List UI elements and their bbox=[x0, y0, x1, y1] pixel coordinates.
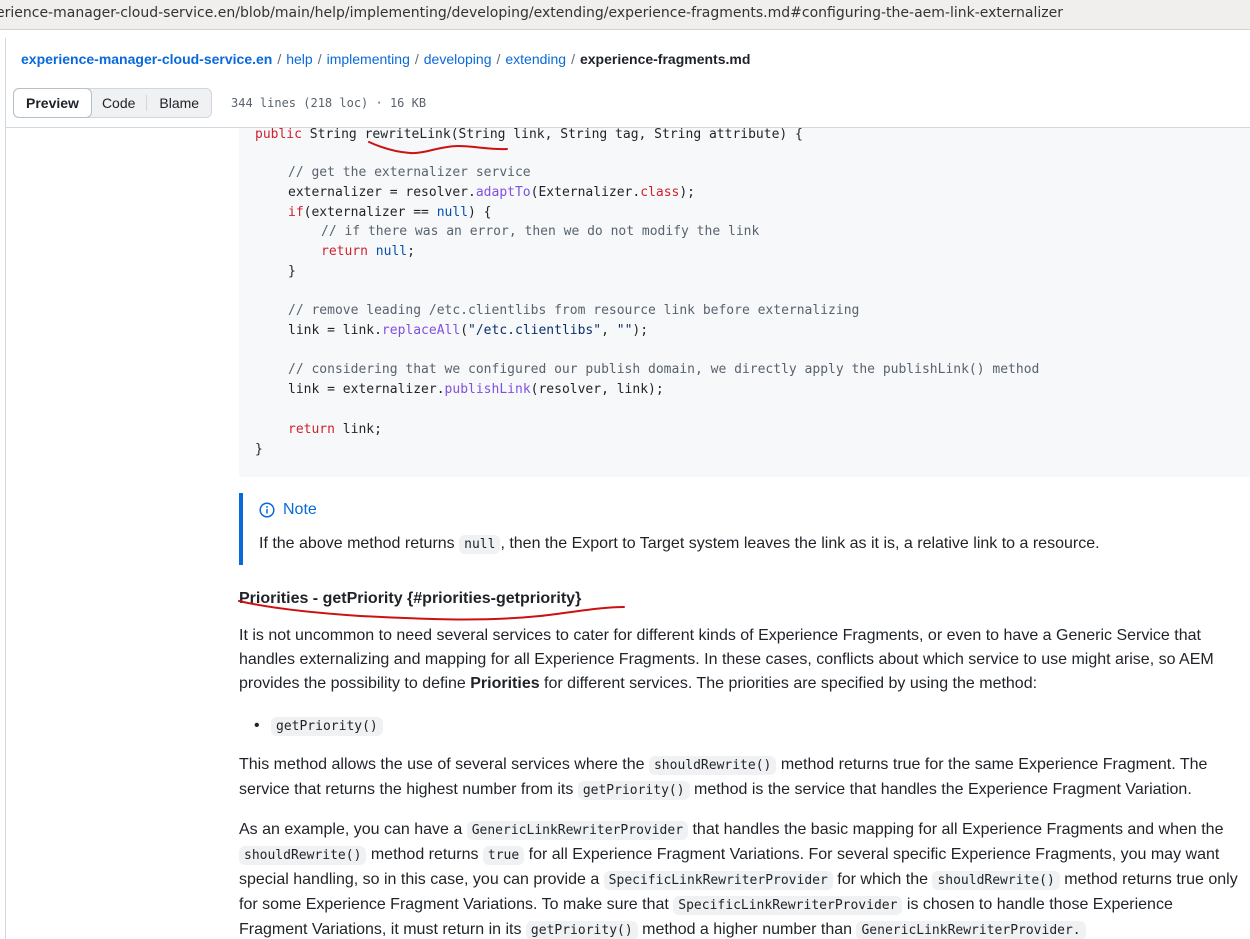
note-text: If the above method returns null, then t… bbox=[259, 535, 1100, 554]
file-info: 344 lines (218 loc) · 16 KB bbox=[231, 96, 427, 110]
breadcrumb-developing-link[interactable]: developing bbox=[424, 51, 492, 67]
code-line: link = externalizer.publishLink(resolver… bbox=[288, 382, 664, 397]
file-toolbar: Preview Code Blame 344 lines (218 loc) ·… bbox=[6, 80, 1250, 128]
code-block: public String rewriteLink(String link, S… bbox=[239, 127, 1250, 477]
breadcrumb-implementing-link[interactable]: implementing bbox=[327, 51, 410, 67]
breadcrumb-separator: / bbox=[571, 51, 575, 67]
code-line: } bbox=[255, 442, 263, 457]
code-line: return null; bbox=[321, 244, 415, 259]
code-line: externalizer = resolver.adaptTo(External… bbox=[288, 185, 696, 200]
breadcrumb-current-file: experience-fragments.md bbox=[579, 51, 751, 67]
breadcrumb-help-link[interactable]: help bbox=[286, 51, 312, 67]
address-bar[interactable]: erience-manager-cloud-service.en/blob/ma… bbox=[0, 0, 1250, 30]
breadcrumb-separator: / bbox=[414, 51, 419, 67]
note-title: Note bbox=[259, 500, 317, 520]
code-line: if(externalizer == null) { bbox=[288, 205, 492, 220]
breadcrumb-separator: / bbox=[317, 51, 322, 67]
code-comment: // get the externalizer service bbox=[288, 165, 531, 180]
note-title-text: Note bbox=[283, 501, 317, 518]
breadcrumb-separator: / bbox=[496, 51, 501, 67]
tab-code[interactable]: Code bbox=[91, 89, 146, 117]
breadcrumb-extending-link[interactable]: extending bbox=[505, 51, 566, 67]
breadcrumb: experience-manager-cloud-service.en / help… bbox=[21, 50, 750, 68]
code-line: link = link.replaceAll("/etc.clientlibs"… bbox=[288, 323, 649, 338]
code-line: return link; bbox=[288, 422, 382, 437]
code-line: public String rewriteLink(String link, S… bbox=[255, 127, 803, 142]
url-text[interactable]: erience-manager-cloud-service.en/blob/ma… bbox=[0, 5, 1063, 21]
info-icon bbox=[259, 502, 275, 518]
code-line: } bbox=[288, 264, 296, 279]
code-comment: // if there was an error, then we do not… bbox=[321, 224, 760, 239]
tab-preview[interactable]: Preview bbox=[13, 88, 92, 118]
tab-blame[interactable]: Blame bbox=[147, 89, 211, 117]
paragraph: This method allows the use of several se… bbox=[239, 756, 1208, 800]
view-mode-segmented-control: Preview Code Blame bbox=[13, 88, 213, 118]
paragraph: As an example, you can have a GenericLin… bbox=[239, 821, 1238, 939]
left-border bbox=[0, 38, 6, 939]
breadcrumb-separator: / bbox=[277, 51, 282, 67]
code-comment: // considering that we configured our pu… bbox=[288, 362, 1040, 377]
list-item: getPriority() bbox=[254, 714, 383, 739]
section-heading: Priorities - getPriority {#priorities-ge… bbox=[239, 590, 582, 607]
paragraph: It is not uncommon to need several servi… bbox=[239, 627, 1214, 692]
code-comment: // remove leading /etc.clientlibs from r… bbox=[288, 303, 860, 318]
breadcrumb-repo-link[interactable]: experience-manager-cloud-service.en bbox=[21, 51, 272, 67]
note-callout: Note If the above method returns null, t… bbox=[239, 493, 1239, 565]
